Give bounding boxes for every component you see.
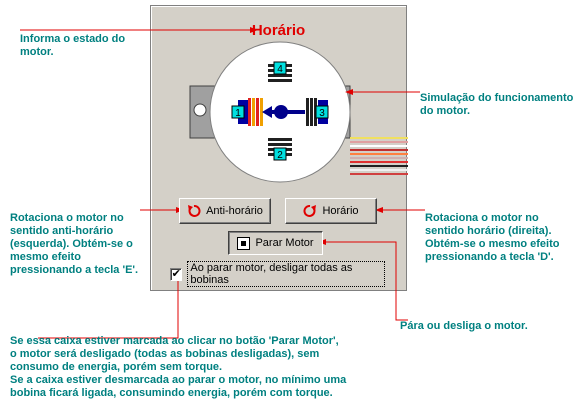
coil-2-label: 2 bbox=[277, 150, 283, 161]
coil-1-label: 1 bbox=[235, 108, 241, 119]
stop-motor-button-label: Parar Motor bbox=[255, 237, 314, 249]
anticlockwise-button-label: Anti-horário bbox=[206, 205, 263, 217]
stop-all-coils-checkbox-row[interactable]: ✔ Ao parar motor, desligar todas as bobi… bbox=[170, 261, 385, 287]
stop-all-coils-checkbox-label[interactable]: Ao parar motor, desligar todas as bobina… bbox=[187, 261, 385, 287]
annotation-simulation: Simulação do funcionamento do motor. bbox=[420, 92, 574, 117]
stop-all-coils-checkbox[interactable]: ✔ bbox=[170, 267, 183, 281]
annotation-checkbox: Se essa caixa estiver marcada ao clicar … bbox=[10, 335, 347, 399]
coil-3-label: 3 bbox=[319, 108, 325, 119]
annotation-anticlockwise: Rotaciona o motor no sentido anti-horári… bbox=[10, 212, 139, 276]
rotate-right-icon bbox=[303, 205, 317, 217]
anticlockwise-button[interactable]: Anti-horário bbox=[179, 198, 271, 224]
coil-4-label: 4 bbox=[277, 64, 283, 75]
coil-4: 4 bbox=[268, 61, 292, 82]
rotate-left-icon bbox=[188, 205, 201, 217]
motor-wires bbox=[350, 137, 408, 175]
clockwise-button-label: Horário bbox=[322, 205, 359, 217]
annotation-clockwise: Rotaciona o motor no sentido horário (di… bbox=[425, 212, 560, 263]
stop-motor-button[interactable]: Parar Motor bbox=[228, 231, 323, 255]
clockwise-button[interactable]: Horário bbox=[285, 198, 377, 224]
stop-icon bbox=[237, 236, 251, 250]
annotation-status: Informa o estado do motor. bbox=[20, 33, 126, 58]
annotation-stop: Pára ou desliga o motor. bbox=[400, 320, 528, 332]
